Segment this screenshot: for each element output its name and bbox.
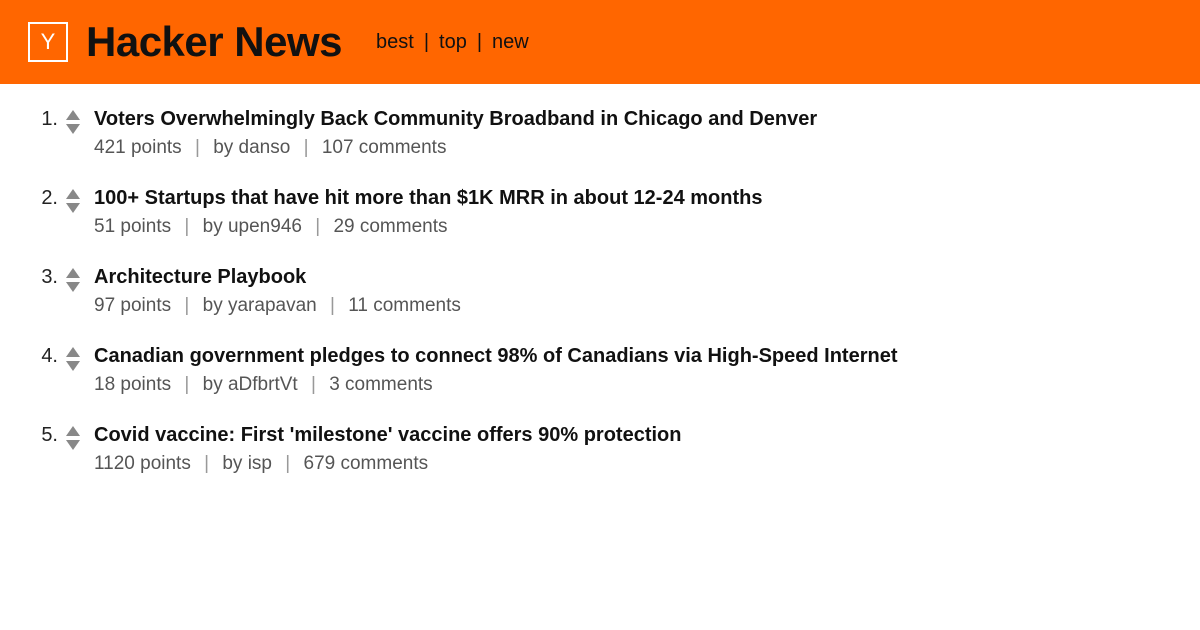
- upvote-icon[interactable]: [66, 268, 80, 278]
- upvote-icon[interactable]: [66, 426, 80, 436]
- meta-separator: |: [322, 295, 343, 316]
- story-body: Voters Overwhelmingly Back Community Bro…: [88, 106, 1182, 159]
- by-label: by: [213, 137, 238, 158]
- story-body: Covid vaccine: First 'milestone' vaccine…: [88, 422, 1182, 475]
- story-row: 1. Voters Overwhelmingly Back Community …: [18, 106, 1182, 159]
- story-comments-link[interactable]: 107 comments: [322, 137, 447, 158]
- downvote-icon[interactable]: [66, 203, 80, 213]
- site-title[interactable]: Hacker News: [86, 18, 342, 66]
- story-row: 5. Covid vaccine: First 'milestone' vacc…: [18, 422, 1182, 475]
- meta-separator: |: [176, 374, 197, 395]
- story-points[interactable]: 1120 points: [94, 453, 191, 474]
- story-points[interactable]: 421 points: [94, 137, 182, 158]
- vote-controls: [58, 343, 88, 371]
- story-author-link[interactable]: isp: [248, 453, 272, 474]
- story-row: 2. 100+ Startups that have hit more than…: [18, 185, 1182, 238]
- story-rank: 1.: [18, 106, 58, 131]
- story-list: 1. Voters Overwhelmingly Back Community …: [0, 84, 1200, 475]
- vote-controls: [58, 264, 88, 292]
- by-label: by: [203, 295, 228, 316]
- header: Y Hacker News best | top | new: [0, 0, 1200, 84]
- story-meta: 51 points | by upen946 | 29 comments: [94, 216, 1182, 238]
- story-rank: 2.: [18, 185, 58, 210]
- nav-link-new[interactable]: new: [488, 31, 533, 54]
- meta-separator: |: [196, 453, 217, 474]
- story-meta: 97 points | by yarapavan | 11 comments: [94, 295, 1182, 317]
- story-comments-link[interactable]: 29 comments: [333, 216, 447, 237]
- story-title-link[interactable]: Canadian government pledges to connect 9…: [94, 343, 1182, 370]
- story-rank: 3.: [18, 264, 58, 289]
- story-title-link[interactable]: Voters Overwhelmingly Back Community Bro…: [94, 106, 1182, 133]
- story-rank: 5.: [18, 422, 58, 447]
- meta-separator: |: [176, 295, 197, 316]
- upvote-icon[interactable]: [66, 347, 80, 357]
- story-meta: 18 points | by aDfbrtVt | 3 comments: [94, 374, 1182, 396]
- nav-link-best[interactable]: best: [372, 31, 418, 54]
- story-author-link[interactable]: danso: [239, 137, 291, 158]
- by-label: by: [203, 374, 228, 395]
- meta-separator: |: [303, 374, 324, 395]
- downvote-icon[interactable]: [66, 124, 80, 134]
- nav-separator: |: [418, 31, 435, 54]
- story-title-link[interactable]: Covid vaccine: First 'milestone' vaccine…: [94, 422, 1182, 449]
- story-comments-link[interactable]: 679 comments: [304, 453, 429, 474]
- story-author-link[interactable]: upen946: [228, 216, 302, 237]
- story-points[interactable]: 18 points: [94, 374, 171, 395]
- story-author-link[interactable]: yarapavan: [228, 295, 317, 316]
- meta-separator: |: [307, 216, 328, 237]
- downvote-icon[interactable]: [66, 361, 80, 371]
- story-body: Canadian government pledges to connect 9…: [88, 343, 1182, 396]
- meta-separator: |: [296, 137, 317, 158]
- nav-links: best | top | new: [372, 31, 533, 54]
- upvote-icon[interactable]: [66, 189, 80, 199]
- story-title-link[interactable]: Architecture Playbook: [94, 264, 1182, 291]
- meta-separator: |: [277, 453, 298, 474]
- story-meta: 1120 points | by isp | 679 comments: [94, 453, 1182, 475]
- yc-logo-letter: Y: [41, 29, 56, 55]
- vote-controls: [58, 106, 88, 134]
- story-row: 3. Architecture Playbook 97 points | by …: [18, 264, 1182, 317]
- meta-separator: |: [187, 137, 208, 158]
- story-comments-link[interactable]: 3 comments: [329, 374, 432, 395]
- story-row: 4. Canadian government pledges to connec…: [18, 343, 1182, 396]
- downvote-icon[interactable]: [66, 440, 80, 450]
- vote-controls: [58, 185, 88, 213]
- nav-separator: |: [471, 31, 488, 54]
- vote-controls: [58, 422, 88, 450]
- by-label: by: [203, 216, 228, 237]
- yc-logo[interactable]: Y: [28, 22, 68, 62]
- story-title-link[interactable]: 100+ Startups that have hit more than $1…: [94, 185, 1182, 212]
- story-points[interactable]: 97 points: [94, 295, 171, 316]
- story-rank: 4.: [18, 343, 58, 368]
- story-comments-link[interactable]: 11 comments: [348, 295, 461, 316]
- meta-separator: |: [176, 216, 197, 237]
- by-label: by: [222, 453, 247, 474]
- story-author-link[interactable]: aDfbrtVt: [228, 374, 298, 395]
- story-points[interactable]: 51 points: [94, 216, 171, 237]
- downvote-icon[interactable]: [66, 282, 80, 292]
- story-body: 100+ Startups that have hit more than $1…: [88, 185, 1182, 238]
- upvote-icon[interactable]: [66, 110, 80, 120]
- story-meta: 421 points | by danso | 107 comments: [94, 137, 1182, 159]
- nav-link-top[interactable]: top: [435, 31, 471, 54]
- story-body: Architecture Playbook 97 points | by yar…: [88, 264, 1182, 317]
